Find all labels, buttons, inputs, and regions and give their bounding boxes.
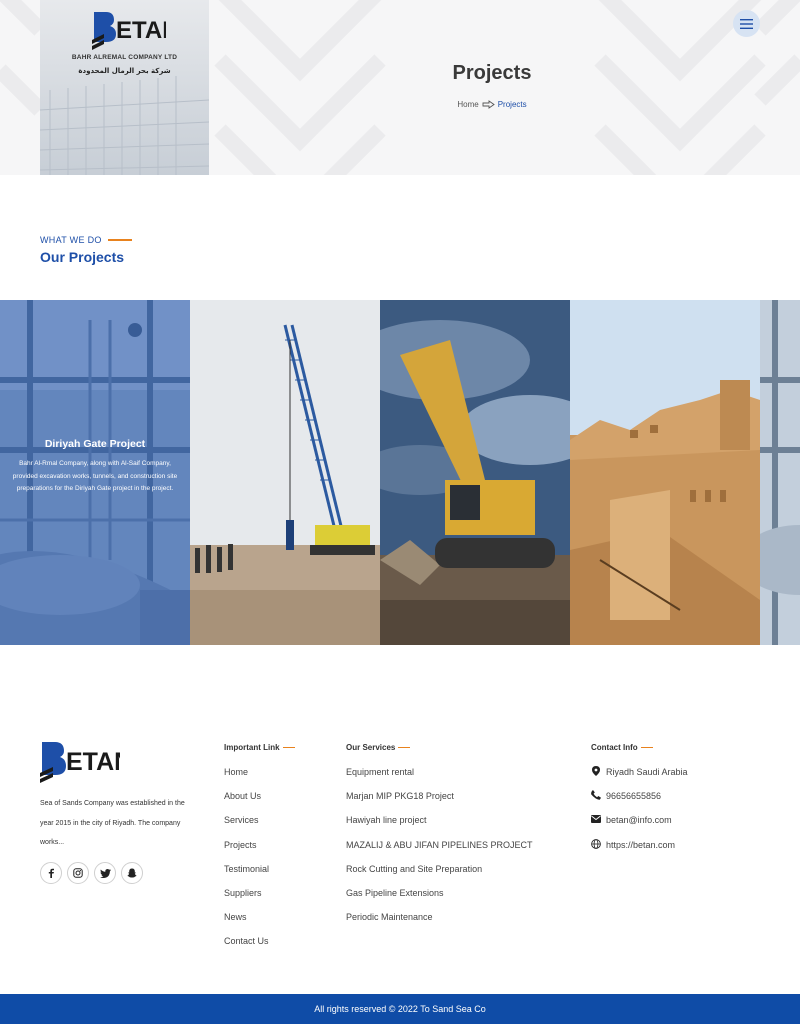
footer-link[interactable]: About Us <box>224 789 269 813</box>
contact-email-text[interactable]: betan@info.com <box>606 813 672 827</box>
page-hero: ETAN BAHR ALREMAL COMPANY LTD شركة بحر ا… <box>0 0 800 175</box>
twitter-icon <box>99 868 111 878</box>
contact-address: Riyadh Saudi Arabia <box>591 765 688 789</box>
arrow-right-icon <box>482 100 495 109</box>
footer-link[interactable]: News <box>224 910 269 934</box>
project-card[interactable] <box>760 300 800 645</box>
service-link[interactable]: Equipment rental <box>346 765 533 789</box>
footer-link[interactable]: Contact Us <box>224 934 269 958</box>
important-links-title: Important Link <box>224 743 295 752</box>
contact-website-text[interactable]: https://betan.com <box>606 838 675 852</box>
company-name-en: BAHR ALREMAL COMPANY LTD <box>71 54 178 61</box>
footer-about-text: Sea of Sands Company was established in … <box>40 800 185 846</box>
breadcrumb-current: Projects <box>497 100 527 109</box>
project-card[interactable]: Diriyah Gate Project Bahr Al-Rmal Compan… <box>0 300 190 645</box>
contact-email[interactable]: betan@info.com <box>591 813 688 837</box>
contact-title: Contact Info <box>591 743 653 752</box>
contact-phone[interactable]: 96656655856 <box>591 789 688 813</box>
footer-logo-text: ETAN <box>66 748 120 776</box>
project-card[interactable] <box>190 300 380 645</box>
service-link[interactable]: Hawiyah line project <box>346 813 533 837</box>
snapchat-link[interactable] <box>121 862 143 884</box>
contact-address-text: Riyadh Saudi Arabia <box>606 767 688 777</box>
project-card[interactable] <box>570 300 760 645</box>
important-links-list: Home About Us Services Projects Testimon… <box>224 765 269 959</box>
project-image-industrial-pipes <box>760 300 800 645</box>
map-pin-icon <box>591 766 601 776</box>
footer-link[interactable]: Home <box>224 765 269 789</box>
title-divider <box>282 746 295 749</box>
services-list: Equipment rental Marjan MIP PKG18 Projec… <box>346 765 533 934</box>
twitter-link[interactable] <box>94 862 116 884</box>
breadcrumb: Home Projects <box>392 100 592 109</box>
copyright-bar: All rights reserved © 2022 To Sand Sea C… <box>0 994 800 1024</box>
hamburger-icon <box>740 18 753 29</box>
page-title: Projects <box>452 62 532 84</box>
service-link[interactable]: Periodic Maintenance <box>346 910 533 934</box>
snapchat-icon <box>127 868 137 878</box>
service-link[interactable]: Marjan MIP PKG18 Project <box>346 789 533 813</box>
logo-panel: ETAN BAHR ALREMAL COMPANY LTD شركة بحر ا… <box>40 0 209 175</box>
contact-phone-text[interactable]: 96656655856 <box>606 789 661 803</box>
footer-logo[interactable]: ETAN <box>40 740 120 784</box>
facebook-icon <box>48 868 54 878</box>
section-title: Our Projects <box>40 249 125 265</box>
section-eyebrow: WHAT WE DO <box>40 235 132 245</box>
social-links <box>40 862 143 884</box>
service-link[interactable]: Gas Pipeline Extensions <box>346 886 533 910</box>
footer-link[interactable]: Projects <box>224 838 269 862</box>
section-eyebrow-label: WHAT WE DO <box>40 235 102 245</box>
mail-icon <box>591 814 601 824</box>
important-links-heading: Important Link <box>224 743 280 752</box>
contact-website[interactable]: https://betan.com <box>591 838 688 862</box>
footer-link[interactable]: Services <box>224 813 269 837</box>
project-image-crane-site <box>190 300 380 645</box>
logo-text: ETAN <box>116 17 166 44</box>
project-card[interactable] <box>380 300 570 645</box>
eyebrow-divider <box>107 239 132 241</box>
project-image-excavator <box>380 300 570 645</box>
breadcrumb-home-link[interactable]: Home <box>457 100 478 109</box>
contact-list: Riyadh Saudi Arabia 96656655856 betan@in… <box>591 765 688 862</box>
project-image-mud-brick-ruins <box>570 300 760 645</box>
project-description: Bahr Al-Rmal Company, along with Al-Saif… <box>12 460 178 492</box>
project-title[interactable]: Diriyah Gate Project <box>0 438 190 450</box>
footer-link[interactable]: Suppliers <box>224 886 269 910</box>
title-divider <box>640 746 653 749</box>
phone-icon <box>591 790 601 800</box>
globe-icon <box>591 838 601 849</box>
projects-carousel[interactable]: Diriyah Gate Project Bahr Al-Rmal Compan… <box>0 300 800 645</box>
facebook-link[interactable] <box>40 862 62 884</box>
title-divider <box>398 746 411 749</box>
instagram-icon <box>73 868 83 878</box>
service-link[interactable]: Rock Cutting and Site Preparation <box>346 862 533 886</box>
service-link[interactable]: MAZALIJ & ABU JIFAN PIPELINES PROJECT <box>346 838 533 862</box>
company-logo[interactable]: ETAN <box>92 10 166 50</box>
instagram-link[interactable] <box>67 862 89 884</box>
services-heading: Our Services <box>346 743 396 752</box>
menu-button[interactable] <box>733 10 760 37</box>
footer-link[interactable]: Testimonial <box>224 862 269 886</box>
copyright-text: All rights reserved © 2022 To Sand Sea C… <box>314 1004 486 1014</box>
company-name-ar: شركة بحر الرمال المحدودة <box>78 67 171 75</box>
services-title: Our Services <box>346 743 411 752</box>
contact-heading: Contact Info <box>591 743 638 752</box>
